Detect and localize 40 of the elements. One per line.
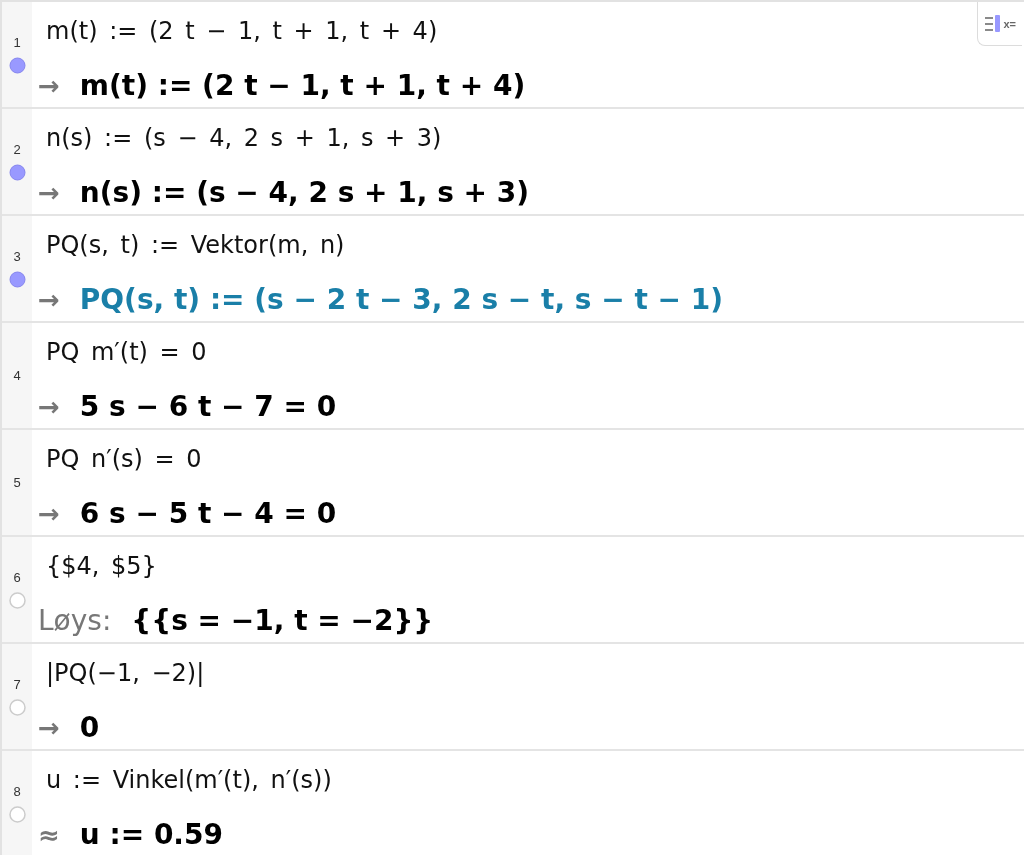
lines-bar-icon (985, 15, 1002, 32)
row-number: 2 (13, 142, 21, 157)
input-expression[interactable]: PQ(s, t) := Vektor(m, n) (46, 225, 345, 265)
circle-toggle-icon[interactable] (8, 57, 26, 74)
input-expression[interactable]: PQ m′(t) = 0 (46, 332, 207, 372)
row-number: 8 (13, 784, 21, 799)
row-number: 1 (13, 35, 21, 50)
output-expression: u := 0.59 (79, 817, 223, 853)
row-number: 6 (13, 570, 21, 585)
result-symbol: ≈ (38, 819, 60, 852)
row-number: 7 (13, 677, 21, 692)
result-symbol: → (38, 177, 60, 210)
result-symbol: → (38, 391, 60, 424)
circle-toggle-icon[interactable] (8, 271, 26, 288)
result-symbol: → (38, 498, 60, 531)
row-number: 5 (13, 475, 21, 490)
solve-label: Løys: (38, 603, 112, 639)
circle-toggle-icon[interactable] (8, 806, 26, 823)
circle-toggle-icon[interactable] (8, 699, 26, 716)
input-expression[interactable]: m(t) := (2 t − 1, t + 1, t + 4) (46, 11, 438, 51)
input-expression[interactable]: PQ n′(s) = 0 (46, 439, 202, 479)
input-expression[interactable]: n(s) := (s − 4, 2 s + 1, s + 3) (46, 118, 442, 158)
algebra-view-button[interactable]: x= (977, 2, 1022, 46)
result-symbol: → (38, 70, 60, 103)
circle-toggle-icon[interactable] (8, 164, 26, 181)
result-symbol: → (38, 712, 60, 745)
output-expression: PQ(s, t) := (s − 2 t − 3, 2 s − t, s − t − 1) (79, 282, 724, 318)
output-expression: m(t) := (2 t − 1, t + 1, t + 4) (79, 68, 526, 104)
row-number: 4 (13, 368, 21, 383)
input-expression[interactable]: u := Vinkel(m′(t), n′(s)) (46, 760, 332, 800)
input-expression[interactable]: |PQ(−1, −2)| (46, 653, 205, 693)
output-expression: 0 (79, 710, 100, 746)
input-expression[interactable]: {$4, $5} (46, 546, 157, 586)
output-expression: 5 s − 6 t − 7 = 0 (79, 389, 337, 425)
output-expression: 6 s − 5 t − 4 = 0 (79, 496, 337, 532)
result-symbol: → (38, 284, 60, 317)
output-expression: {{s = −1, t = −2}} (131, 603, 434, 639)
output-expression: n(s) := (s − 4, 2 s + 1, s + 3) (79, 175, 530, 211)
row-number: 3 (13, 249, 21, 264)
circle-toggle-icon[interactable] (8, 592, 26, 609)
